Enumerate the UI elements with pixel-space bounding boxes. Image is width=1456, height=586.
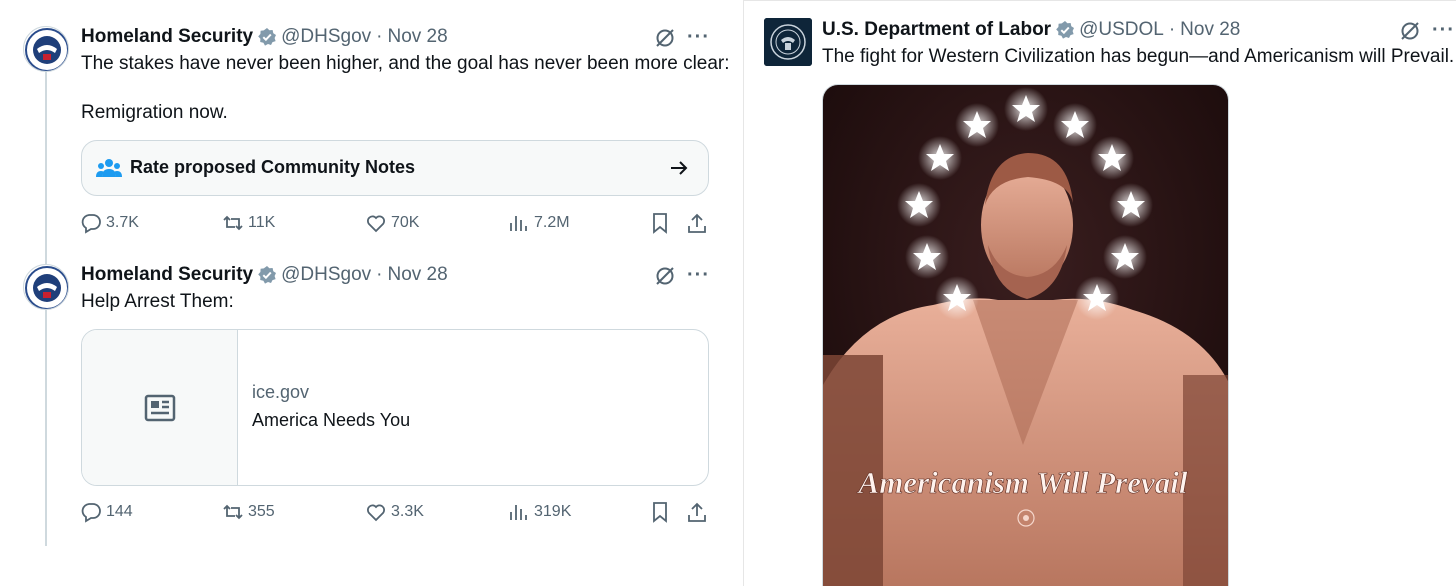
link-title: America Needs You xyxy=(252,410,411,430)
author-handle[interactable]: @USDOL xyxy=(1079,19,1164,41)
more-icon[interactable]: ··· xyxy=(687,26,710,49)
share-icon[interactable] xyxy=(686,501,708,523)
reply-icon xyxy=(81,503,101,523)
dol-tweet-text: The fight for Western Civilization has b… xyxy=(822,46,1455,67)
verified-badge-icon xyxy=(257,27,277,47)
author-name[interactable]: Homeland Security xyxy=(81,26,253,48)
community-notes-icon xyxy=(96,157,122,179)
community-notes-button[interactable]: Rate proposed Community Notes xyxy=(81,140,709,196)
repost-icon xyxy=(223,504,243,520)
tweet2-header: Homeland Security @DHSgov · Nov 28 xyxy=(81,264,448,286)
views-icon xyxy=(510,216,527,231)
author-name[interactable]: U.S. Department of Labor xyxy=(822,19,1051,41)
tweet-date[interactable]: Nov 28 xyxy=(387,26,447,48)
like-icon xyxy=(367,215,385,233)
tweet1-actions: 3.7K 11K 70K 7.2M xyxy=(80,212,710,236)
repost-icon xyxy=(223,215,243,231)
bookmark-icon[interactable] xyxy=(649,501,671,523)
repost-count: 11K xyxy=(248,214,276,231)
dol-tweet-header: U.S. Department of Labor @USDOL · Nov 28 xyxy=(822,19,1240,41)
like-count: 70K xyxy=(391,214,420,231)
like-count: 3.3K xyxy=(391,503,424,520)
dhs-thread-panel: Homeland Security @DHSgov · Nov 28 ··· T… xyxy=(0,0,730,546)
arrow-right-icon xyxy=(668,157,690,179)
views-icon xyxy=(510,505,527,520)
views-count: 319K xyxy=(534,503,572,520)
verified-badge-icon xyxy=(1055,20,1075,40)
bookmark-icon[interactable] xyxy=(649,212,671,234)
tweet2-text: Help Arrest Them: xyxy=(81,291,234,312)
image-caption: Americanism Will Prevail xyxy=(857,465,1188,500)
views-button[interactable]: 319K xyxy=(508,501,571,523)
separator-dot: · xyxy=(376,26,383,47)
tweet-image[interactable]: Americanism Will Prevail xyxy=(822,84,1229,586)
repost-count: 355 xyxy=(248,503,275,520)
more-icon[interactable]: ··· xyxy=(687,264,710,287)
grok-icon[interactable] xyxy=(654,27,676,49)
reply-icon xyxy=(81,214,101,234)
panel-gap xyxy=(728,0,743,586)
dhs-avatar[interactable] xyxy=(23,264,69,310)
like-button[interactable]: 3.3K xyxy=(365,501,424,523)
reply-count: 144 xyxy=(106,503,133,520)
repost-button[interactable]: 355 xyxy=(222,501,275,523)
author-handle[interactable]: @DHSgov xyxy=(281,26,371,48)
reply-count: 3.7K xyxy=(106,214,139,231)
reply-button[interactable]: 144 xyxy=(80,501,133,523)
link-thumbnail xyxy=(82,330,238,485)
article-icon xyxy=(144,394,176,422)
dol-avatar[interactable] xyxy=(764,18,812,66)
link-domain: ice.gov xyxy=(252,382,310,402)
share-icon[interactable] xyxy=(686,212,708,234)
verified-badge-icon xyxy=(257,265,277,285)
grok-icon[interactable] xyxy=(1399,20,1421,42)
tweet-date[interactable]: Nov 28 xyxy=(387,264,447,286)
more-icon[interactable]: ··· xyxy=(1432,19,1455,42)
community-notes-label: Rate proposed Community Notes xyxy=(130,157,416,177)
like-icon xyxy=(367,504,385,522)
author-handle[interactable]: @DHSgov xyxy=(281,264,371,286)
separator-dot: · xyxy=(1168,19,1176,40)
tweet1-text-line1: The stakes have never been higher, and t… xyxy=(81,53,730,74)
tweet1-header: Homeland Security @DHSgov · Nov 28 xyxy=(81,26,448,48)
grok-icon[interactable] xyxy=(654,265,676,287)
separator-dot: · xyxy=(376,264,383,285)
dhs-avatar[interactable] xyxy=(23,26,69,72)
tweet1-text-line2: Remigration now. xyxy=(81,102,228,123)
repost-button[interactable]: 11K xyxy=(222,212,275,234)
link-card[interactable]: ice.gov America Needs You xyxy=(81,329,709,486)
reply-button[interactable]: 3.7K xyxy=(80,212,139,234)
tweet-date[interactable]: Nov 28 xyxy=(1180,19,1240,41)
tweet2-actions: 144 355 3.3K 319K xyxy=(80,501,710,525)
author-name[interactable]: Homeland Security xyxy=(81,264,253,286)
views-button[interactable]: 7.2M xyxy=(508,212,570,234)
views-count: 7.2M xyxy=(534,214,570,231)
like-button[interactable]: 70K xyxy=(365,212,419,234)
